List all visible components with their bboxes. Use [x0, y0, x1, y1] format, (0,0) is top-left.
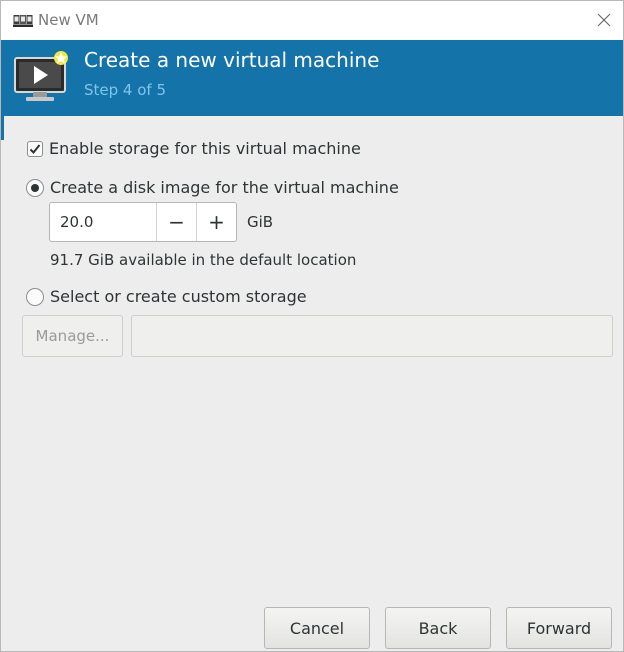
- available-space-text: 91.7 GiB available in the default locati…: [50, 251, 357, 269]
- vm-screen-icon: [13, 50, 71, 104]
- enable-storage-label: Enable storage for this virtual machine: [49, 139, 361, 158]
- create-disk-option[interactable]: Create a disk image for the virtual mach…: [26, 178, 399, 197]
- title-bar: New VM: [1, 1, 623, 40]
- disk-size-unit: GiB: [247, 213, 274, 231]
- custom-storage-radio[interactable]: [26, 287, 44, 306]
- wizard-title: Create a new virtual machine: [84, 48, 380, 72]
- manage-button[interactable]: Manage...: [22, 315, 123, 357]
- enable-storage-option[interactable]: Enable storage for this virtual machine: [27, 139, 361, 158]
- custom-storage-path-field[interactable]: [131, 315, 613, 357]
- decrement-button[interactable]: −: [156, 203, 196, 241]
- custom-storage-option[interactable]: Select or create custom storage: [26, 287, 307, 306]
- disk-size-spinbutton[interactable]: 20.0 − +: [49, 202, 237, 242]
- header-edge: [1, 116, 4, 140]
- wizard-header: Create a new virtual machine Step 4 of 5: [1, 40, 623, 116]
- forward-button[interactable]: Forward: [506, 607, 612, 649]
- new-vm-window: New VM Create a new virtual machine Step…: [0, 0, 624, 652]
- create-disk-radio[interactable]: [26, 178, 44, 197]
- checkmark-icon: [29, 143, 41, 154]
- virt-manager-icon: [13, 13, 33, 27]
- create-disk-label: Create a disk image for the virtual mach…: [50, 178, 399, 197]
- wizard-step: Step 4 of 5: [84, 81, 167, 99]
- disk-size-input[interactable]: 20.0: [50, 203, 156, 241]
- cancel-button[interactable]: Cancel: [264, 607, 370, 649]
- increment-button[interactable]: +: [196, 203, 236, 241]
- custom-storage-label: Select or create custom storage: [50, 287, 307, 306]
- enable-storage-checkbox[interactable]: [27, 140, 43, 157]
- back-button[interactable]: Back: [385, 607, 491, 649]
- close-icon[interactable]: [595, 11, 613, 29]
- window-title: New VM: [38, 11, 99, 29]
- radio-selected-dot: [31, 183, 39, 192]
